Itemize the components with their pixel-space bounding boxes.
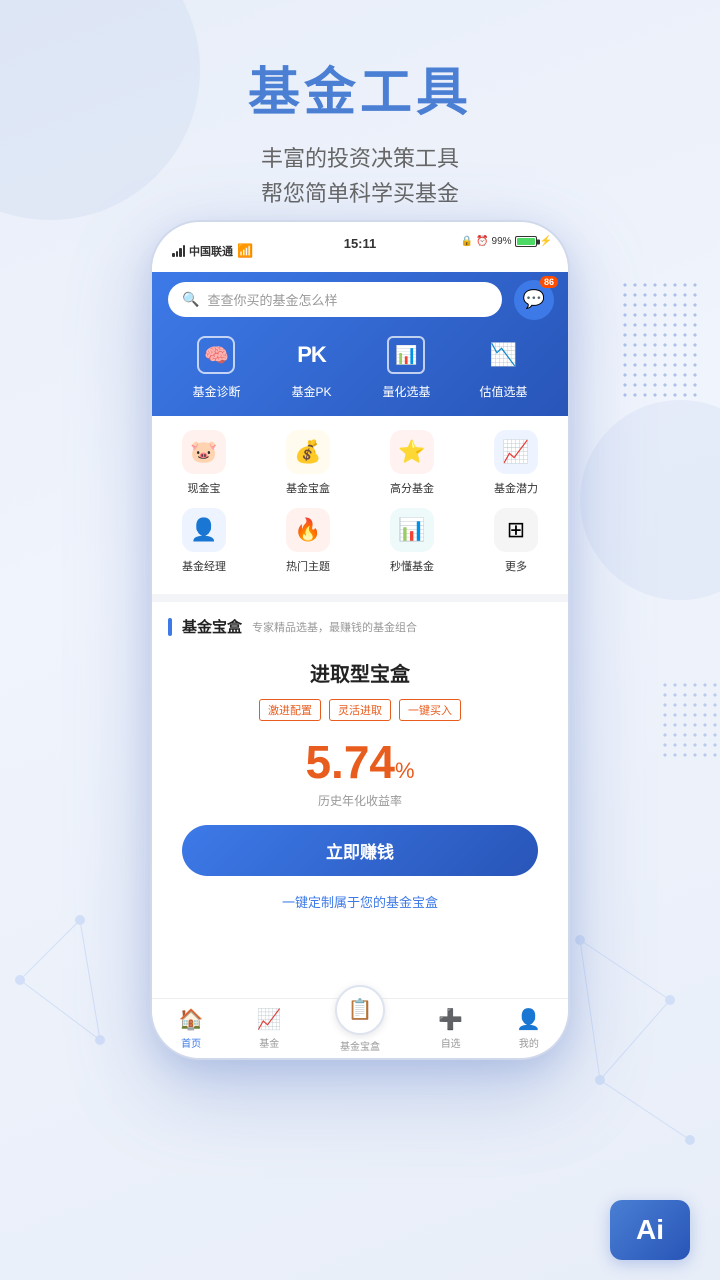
fund-nav-icon: 📈 — [257, 1007, 282, 1032]
quick-icon: 📊 — [390, 508, 434, 552]
grid-item-hot[interactable]: 🔥 热门主题 — [268, 508, 348, 574]
grid-item-manager[interactable]: 👤 基金经理 — [164, 508, 244, 574]
grid-item-high[interactable]: ⭐ 高分基金 — [372, 430, 452, 496]
bottom-nav: 🏠 首页 📈 基金 📋 基金宝盒 ➕ 自选 — [152, 998, 568, 1058]
tag-2: 一键买入 — [399, 699, 461, 721]
grid-section: 🐷 现金宝 💰 基金宝盒 ⭐ 高分基金 📈 基金潜力 — [152, 416, 568, 594]
search-bar[interactable]: 🔍 查查你买的基金怎么样 💬 86 — [168, 282, 502, 317]
more-icon: ⊞ — [494, 508, 538, 552]
phone-mockup: 中国联通 📶 15:11 🔒 ⏰ 99% ⚡ — [150, 220, 570, 1060]
section-title: 基金宝盒 — [182, 616, 242, 637]
rate-desc: 历史年化收益率 — [172, 792, 548, 809]
pk-icon: PK — [297, 342, 326, 368]
center-nav-button[interactable]: 📋 — [335, 985, 385, 1035]
grid-item-box[interactable]: 💰 基金宝盒 — [268, 430, 348, 496]
search-placeholder: 查查你买的基金怎么样 — [207, 290, 488, 309]
status-time: 15:11 — [344, 236, 377, 251]
box-icon: 💰 — [286, 430, 330, 474]
cash-icon: 🐷 — [182, 430, 226, 474]
grid-item-cash[interactable]: 🐷 现金宝 — [164, 430, 244, 496]
card-content: 进取型宝盒 激进配置 灵活进取 一键买入 5.74% 历史年化收益率 立即赚钱 … — [152, 648, 568, 939]
nav-item-fund[interactable]: 📈 基金 — [257, 1007, 282, 1050]
grid-row-2: 👤 基金经理 🔥 热门主题 📊 秒懂基金 ⊞ 更多 — [152, 508, 568, 574]
mine-nav-icon: 👤 — [516, 1007, 541, 1032]
value-icon: 📉 — [490, 342, 517, 368]
section-divider — [152, 594, 568, 602]
section-indicator — [168, 618, 172, 636]
diagnosis-icon: 🧠 — [197, 336, 235, 374]
grid-item-quick[interactable]: 📊 秒懂基金 — [372, 508, 452, 574]
search-icon: 🔍 — [182, 291, 199, 308]
tags-row: 激进配置 灵活进取 一键买入 — [172, 699, 548, 721]
high-icon: ⭐ — [390, 430, 434, 474]
potential-icon: 📈 — [494, 430, 538, 474]
quant-icon: 📊 — [387, 336, 425, 374]
chat-badge-button[interactable]: 💬 86 — [514, 280, 554, 320]
ai-badge[interactable]: Ai — [610, 1200, 690, 1260]
status-right: 🔒 ⏰ 99% ⚡ — [461, 236, 552, 247]
grid-item-potential[interactable]: 📈 基金潜力 — [476, 430, 556, 496]
signal-icon — [172, 245, 185, 257]
app-header: 🔍 查查你买的基金怎么样 💬 86 🧠 基金诊断 — [152, 272, 568, 416]
rate-number: 5.74% — [172, 737, 548, 788]
nav-item-box-center[interactable]: 📋 基金宝盒 — [335, 1005, 385, 1053]
card-title: 进取型宝盒 — [172, 658, 548, 687]
status-carrier: 中国联通 📶 — [172, 243, 253, 259]
tag-1: 灵活进取 — [329, 699, 391, 721]
box-nav-icon: 📋 — [348, 997, 373, 1022]
hot-icon: 🔥 — [286, 508, 330, 552]
custom-nav-icon: ➕ — [438, 1007, 463, 1032]
menu-item-quant[interactable]: 📊 量化选基 — [382, 333, 430, 400]
home-nav-icon: 🏠 — [179, 1007, 204, 1032]
section-header: 基金宝盒 专家精品选基，最赚钱的基金组合 — [152, 602, 568, 647]
menu-item-pk[interactable]: PK 基金PK — [289, 333, 333, 400]
battery-icon — [515, 236, 537, 247]
cta-button[interactable]: 立即赚钱 — [182, 825, 538, 876]
cta-link[interactable]: 一键定制属于您的基金宝盒 — [172, 892, 548, 911]
manager-icon: 👤 — [182, 508, 226, 552]
wifi-icon: 📶 — [237, 243, 253, 259]
status-bar: 中国联通 📶 15:11 🔒 ⏰ 99% ⚡ — [152, 222, 568, 272]
menu-item-value[interactable]: 📉 估值选基 — [479, 333, 527, 400]
grid-item-more[interactable]: ⊞ 更多 — [476, 508, 556, 574]
chat-icon: 💬 — [523, 289, 545, 310]
nav-item-mine[interactable]: 👤 我的 — [516, 1007, 541, 1050]
app-scroll-area: 🔍 查查你买的基金怎么样 💬 86 🧠 基金诊断 — [152, 272, 568, 1058]
section-subtitle: 专家精品选基，最赚钱的基金组合 — [252, 619, 417, 635]
menu-item-diagnosis[interactable]: 🧠 基金诊断 — [192, 333, 240, 400]
badge-count: 86 — [540, 276, 558, 288]
nav-item-custom[interactable]: ➕ 自选 — [438, 1007, 463, 1050]
top-menu: 🧠 基金诊断 PK 基金PK 📊 量化选基 — [168, 333, 552, 400]
grid-row-1: 🐷 现金宝 💰 基金宝盒 ⭐ 高分基金 📈 基金潜力 — [152, 430, 568, 496]
nav-item-home[interactable]: 🏠 首页 — [179, 1007, 204, 1050]
tag-0: 激进配置 — [259, 699, 321, 721]
